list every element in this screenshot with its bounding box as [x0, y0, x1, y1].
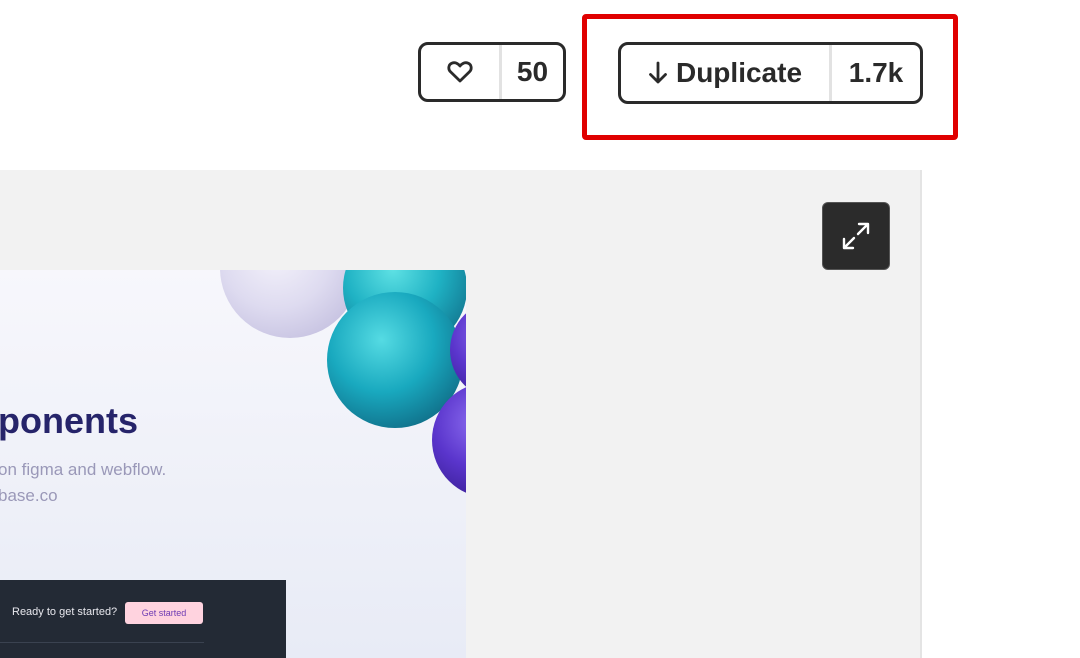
- cta-divider: [0, 642, 204, 643]
- preview-headline: ponents: [0, 400, 138, 441]
- expand-button[interactable]: [822, 202, 890, 270]
- preview-subtitle-link: base.co: [0, 486, 58, 505]
- duplicate-button-group: Duplicate 1.7k: [618, 42, 923, 104]
- arrow-down-icon: [649, 61, 667, 84]
- duplicate-button[interactable]: Duplicate: [621, 45, 832, 101]
- preview-thumbnail[interactable]: ponents on figma and webflow. base.co Re…: [0, 270, 466, 658]
- cta-bar: Ready to get started? Get started: [0, 580, 286, 658]
- get-started-button[interactable]: Get started: [125, 602, 203, 624]
- page: 50 Duplicate 1.7k ponents on figma and w…: [0, 0, 1080, 658]
- preview-area: ponents on figma and webflow. base.co Re…: [0, 170, 922, 658]
- preview-subtitle: on figma and webflow.: [0, 460, 167, 479]
- expand-icon: [842, 222, 870, 250]
- like-button[interactable]: [421, 45, 502, 99]
- duplicate-label: Duplicate: [675, 57, 803, 88]
- heart-icon: [447, 61, 473, 83]
- duplicate-count: 1.7k: [848, 57, 904, 88]
- cta-text: Ready to get started?: [12, 606, 118, 618]
- like-count: 50: [516, 56, 549, 87]
- like-button-group: 50: [418, 42, 566, 102]
